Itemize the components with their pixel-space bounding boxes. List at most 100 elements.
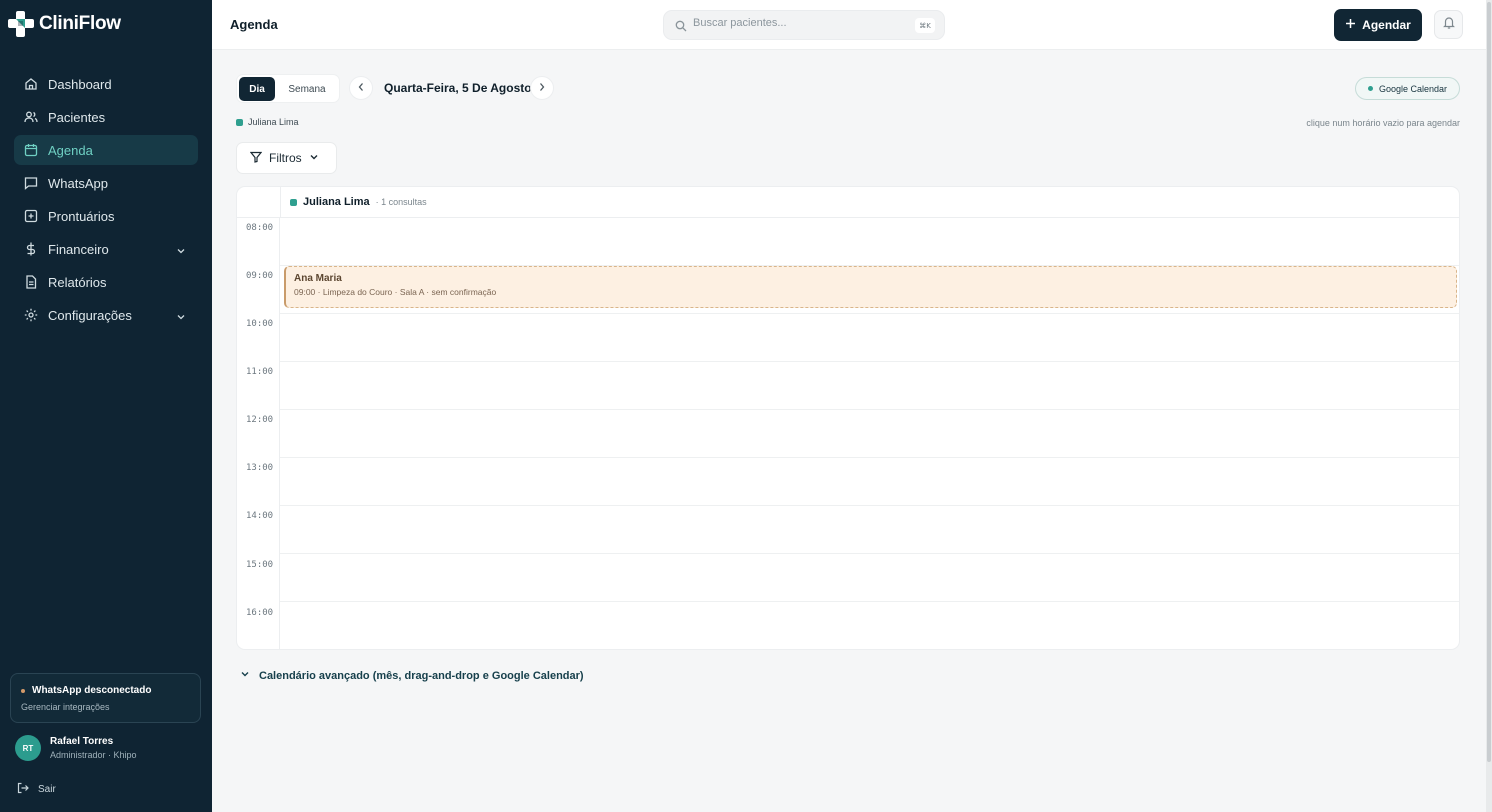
page-title: Agenda <box>230 17 278 32</box>
google-calendar-label: Google Calendar <box>1378 83 1448 94</box>
logo-icon <box>8 11 35 37</box>
new-appointment-button[interactable]: Agendar <box>1334 9 1422 41</box>
chevron-down-icon <box>240 669 250 682</box>
sidebar-item-label: Dashboard <box>48 76 112 92</box>
whatsapp-status-title: WhatsApp desconectado <box>21 685 190 696</box>
time-slot[interactable] <box>280 218 1459 266</box>
home-icon <box>24 77 38 91</box>
time-label: 12:00 <box>246 415 274 425</box>
time-label: 08:00 <box>246 223 274 233</box>
view-toggle: Dia Semana <box>236 74 340 103</box>
time-label: 11:00 <box>246 367 274 377</box>
google-calendar-badge[interactable]: Google Calendar <box>1355 77 1460 100</box>
time-gutter <box>237 218 280 649</box>
time-label: 09:00 <box>246 271 274 281</box>
app-logo[interactable]: CliniFlow <box>8 11 121 37</box>
time-slot[interactable] <box>280 362 1459 410</box>
sidebar-item-label: Pacientes <box>48 109 106 125</box>
time-label: 15:00 <box>246 560 274 570</box>
chevron-down-icon <box>309 151 319 165</box>
chevron-left-icon <box>357 79 365 97</box>
color-swatch <box>290 198 297 206</box>
filter-icon <box>249 151 263 166</box>
plus-icon <box>1345 18 1356 32</box>
sidebar-item-label: Prontuários <box>48 208 115 224</box>
time-slot[interactable] <box>280 314 1459 362</box>
bell-icon <box>1442 16 1455 34</box>
keyboard-shortcut-badge: ⌘K <box>915 18 935 33</box>
next-day-button[interactable] <box>530 76 554 100</box>
schedule-hint: clique num horário vazio para agendar <box>1306 118 1460 128</box>
file-icon <box>24 275 38 289</box>
color-swatch <box>236 118 243 126</box>
whatsapp-status-text: WhatsApp desconectado <box>32 685 152 696</box>
advanced-calendar-label: Calendário avançado (mês, drag-and-drop … <box>259 669 584 682</box>
sidebar-item-label: Financeiro <box>48 241 109 257</box>
appointment-count: · 1 consultas <box>375 197 427 207</box>
current-date: Quarta-Feira, 5 De Agosto <box>384 81 532 95</box>
whatsapp-status-card[interactable]: WhatsApp desconectado Gerenciar integraç… <box>10 673 201 723</box>
gutter-divider <box>280 187 281 218</box>
status-dot <box>1367 86 1373 91</box>
time-slot[interactable] <box>280 458 1459 506</box>
calendar-header: Juliana Lima · 1 consultas <box>237 187 1459 218</box>
dollar-icon <box>24 242 38 256</box>
view-week-button[interactable]: Semana <box>281 77 333 101</box>
avatar: RT <box>15 735 41 761</box>
gear-icon <box>24 308 38 322</box>
users-icon <box>24 110 38 124</box>
page-scrollbar[interactable] <box>1486 0 1492 812</box>
scrollbar-thumb[interactable] <box>1487 2 1491 762</box>
calendar-icon <box>24 143 38 157</box>
manage-integrations-link[interactable]: Gerenciar integrações <box>21 702 190 712</box>
sidebar-nav: Dashboard Pacientes Agenda WhatsApp Pron… <box>14 69 198 333</box>
previous-day-button[interactable] <box>349 76 373 100</box>
logout-label: Sair <box>38 784 56 795</box>
sidebar-item-agenda[interactable]: Agenda <box>14 135 198 165</box>
chevron-down-icon <box>176 309 186 327</box>
sidebar-item-whatsapp[interactable]: WhatsApp <box>14 168 198 198</box>
sidebar-item-prontuarios[interactable]: Prontuários <box>14 201 198 231</box>
time-label: 10:00 <box>246 319 274 329</box>
chat-icon <box>24 176 38 190</box>
time-slot[interactable] <box>280 554 1459 602</box>
time-label: 14:00 <box>246 511 274 521</box>
time-slot[interactable] <box>280 602 1459 649</box>
sidebar-item-relatorios[interactable]: Relatórios <box>14 267 198 297</box>
appointment-card[interactable]: Ana Maria 09:00 · Limpeza do Couro · Sal… <box>284 266 1457 308</box>
time-label: 16:00 <box>246 608 274 618</box>
search-box[interactable]: ⌘K <box>663 10 945 40</box>
time-slot[interactable] <box>280 506 1459 554</box>
chevron-down-icon <box>176 243 186 261</box>
view-day-button[interactable]: Dia <box>239 77 275 101</box>
search-input[interactable] <box>693 17 893 29</box>
advanced-calendar-toggle[interactable]: Calendário avançado (mês, drag-and-drop … <box>240 669 584 682</box>
professional-name: Juliana Lima <box>303 196 370 208</box>
user-role: Administrador · Khipo <box>50 750 137 760</box>
user-name: Rafael Torres <box>50 736 114 747</box>
sidebar-item-label: Relatórios <box>48 274 107 290</box>
professional-column-header: Juliana Lima · 1 consultas <box>290 196 427 208</box>
time-label: 13:00 <box>246 463 274 473</box>
user-profile[interactable]: RT Rafael Torres Administrador · Khipo <box>15 735 137 761</box>
sidebar-item-configuracoes[interactable]: Configurações <box>14 300 198 330</box>
logout-button[interactable]: Sair <box>17 782 56 797</box>
sidebar-item-label: Agenda <box>48 142 93 158</box>
sidebar-item-dashboard[interactable]: Dashboard <box>14 69 198 99</box>
chevron-right-icon <box>538 79 546 97</box>
sidebar-item-financeiro[interactable]: Financeiro <box>14 234 198 264</box>
plus-square-icon <box>24 209 38 223</box>
filters-label: Filtros <box>269 151 302 165</box>
filters-button[interactable]: Filtros <box>236 142 337 174</box>
new-appointment-label: Agendar <box>1362 18 1411 32</box>
notifications-button[interactable] <box>1434 10 1463 39</box>
sidebar: CliniFlow Dashboard Pacientes Agenda Wha… <box>0 0 212 812</box>
search-icon <box>675 19 687 37</box>
status-dot <box>21 688 25 693</box>
sidebar-item-label: WhatsApp <box>48 175 108 191</box>
time-slot[interactable] <box>280 410 1459 458</box>
legend-label: Juliana Lima <box>248 117 299 127</box>
sidebar-item-pacientes[interactable]: Pacientes <box>14 102 198 132</box>
professional-legend: Juliana Lima <box>236 117 299 127</box>
logout-icon <box>17 782 29 797</box>
